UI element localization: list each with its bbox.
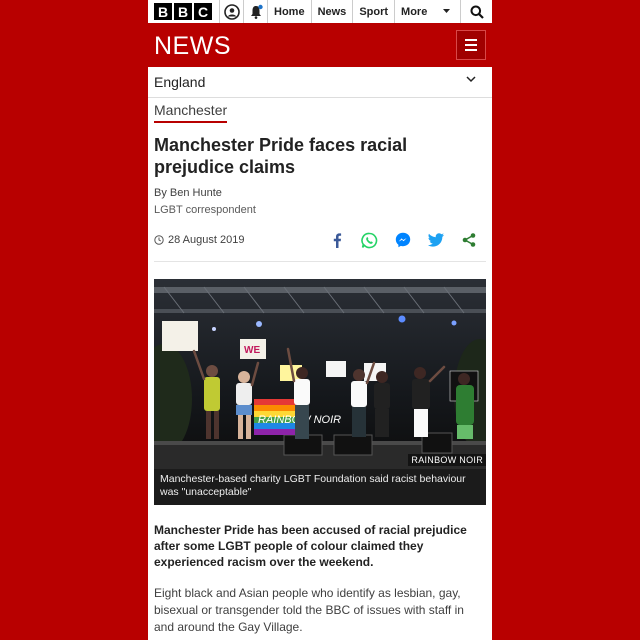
news-header: NEWS — [148, 23, 492, 67]
search-icon — [470, 5, 484, 19]
region-label: England — [154, 74, 206, 90]
whatsapp-icon — [360, 232, 377, 248]
mobile-page: B B C Home News Sport More NEWS England … — [148, 0, 492, 640]
menu-icon-line — [465, 49, 477, 51]
publish-date: 28 August 2019 — [154, 234, 244, 246]
menu-icon-line — [465, 39, 477, 41]
menu-button[interactable] — [456, 30, 486, 60]
nav-more-dropdown[interactable]: More — [394, 0, 456, 23]
whatsapp-share-button[interactable] — [360, 231, 378, 249]
stage-photo-illustration: RAINBOW NOIR WE — [154, 279, 486, 469]
section-link[interactable]: Manchester — [154, 102, 227, 118]
region-selector[interactable]: England — [148, 67, 492, 98]
bbc-logo[interactable]: B B C — [154, 3, 212, 20]
messenger-share-button[interactable] — [394, 231, 412, 249]
article-intro: Manchester Pride has been accused of rac… — [154, 523, 467, 569]
caret-down-icon — [443, 9, 451, 13]
notifications-bell-icon[interactable] — [243, 0, 267, 23]
meta-divider — [154, 261, 486, 262]
author-byline: By Ben Hunte — [154, 187, 222, 199]
clock-icon — [154, 235, 164, 245]
author-role: LGBT correspondent — [154, 204, 256, 216]
facebook-share-button[interactable] — [328, 231, 346, 249]
nav-sport-link[interactable]: Sport — [352, 0, 394, 23]
messenger-icon — [395, 232, 411, 248]
bbc-top-bar: B B C Home News Sport More — [148, 0, 492, 23]
nav-home-link[interactable]: Home — [267, 0, 311, 23]
bbc-logo-letter: B — [154, 3, 172, 20]
bbc-logo-letter: B — [174, 3, 192, 20]
article-photo: RAINBOW NOIR WE — [154, 279, 486, 469]
sign-we-text: WE — [244, 345, 260, 356]
article-paragraph: Eight black and Asian people who identif… — [154, 586, 464, 634]
chevron-down-icon — [466, 76, 476, 83]
section-underline — [154, 121, 227, 123]
share-icon — [462, 233, 476, 247]
article-headline: Manchester Pride faces racial prejudice … — [154, 135, 408, 177]
menu-icon-line — [465, 44, 477, 46]
search-button[interactable] — [460, 0, 492, 23]
account-icon[interactable] — [219, 0, 243, 23]
photo-caption-box: Manchester-based charity LGBT Foundation… — [154, 469, 486, 505]
more-share-button[interactable] — [460, 231, 478, 249]
nav-news-link[interactable]: News — [310, 0, 353, 23]
facebook-icon — [333, 232, 342, 248]
photo-credit: RAINBOW NOIR — [408, 454, 486, 466]
news-logo[interactable]: NEWS — [154, 32, 231, 61]
article-content: England Manchester Manchester Pride face… — [148, 67, 492, 640]
twitter-icon — [428, 233, 444, 247]
nav-more-label: More — [401, 5, 428, 18]
bbc-logo-letter: C — [194, 3, 212, 20]
date-text: 28 August 2019 — [168, 234, 245, 246]
photo-caption: Manchester-based charity LGBT Foundation… — [160, 473, 466, 498]
twitter-share-button[interactable] — [427, 231, 445, 249]
